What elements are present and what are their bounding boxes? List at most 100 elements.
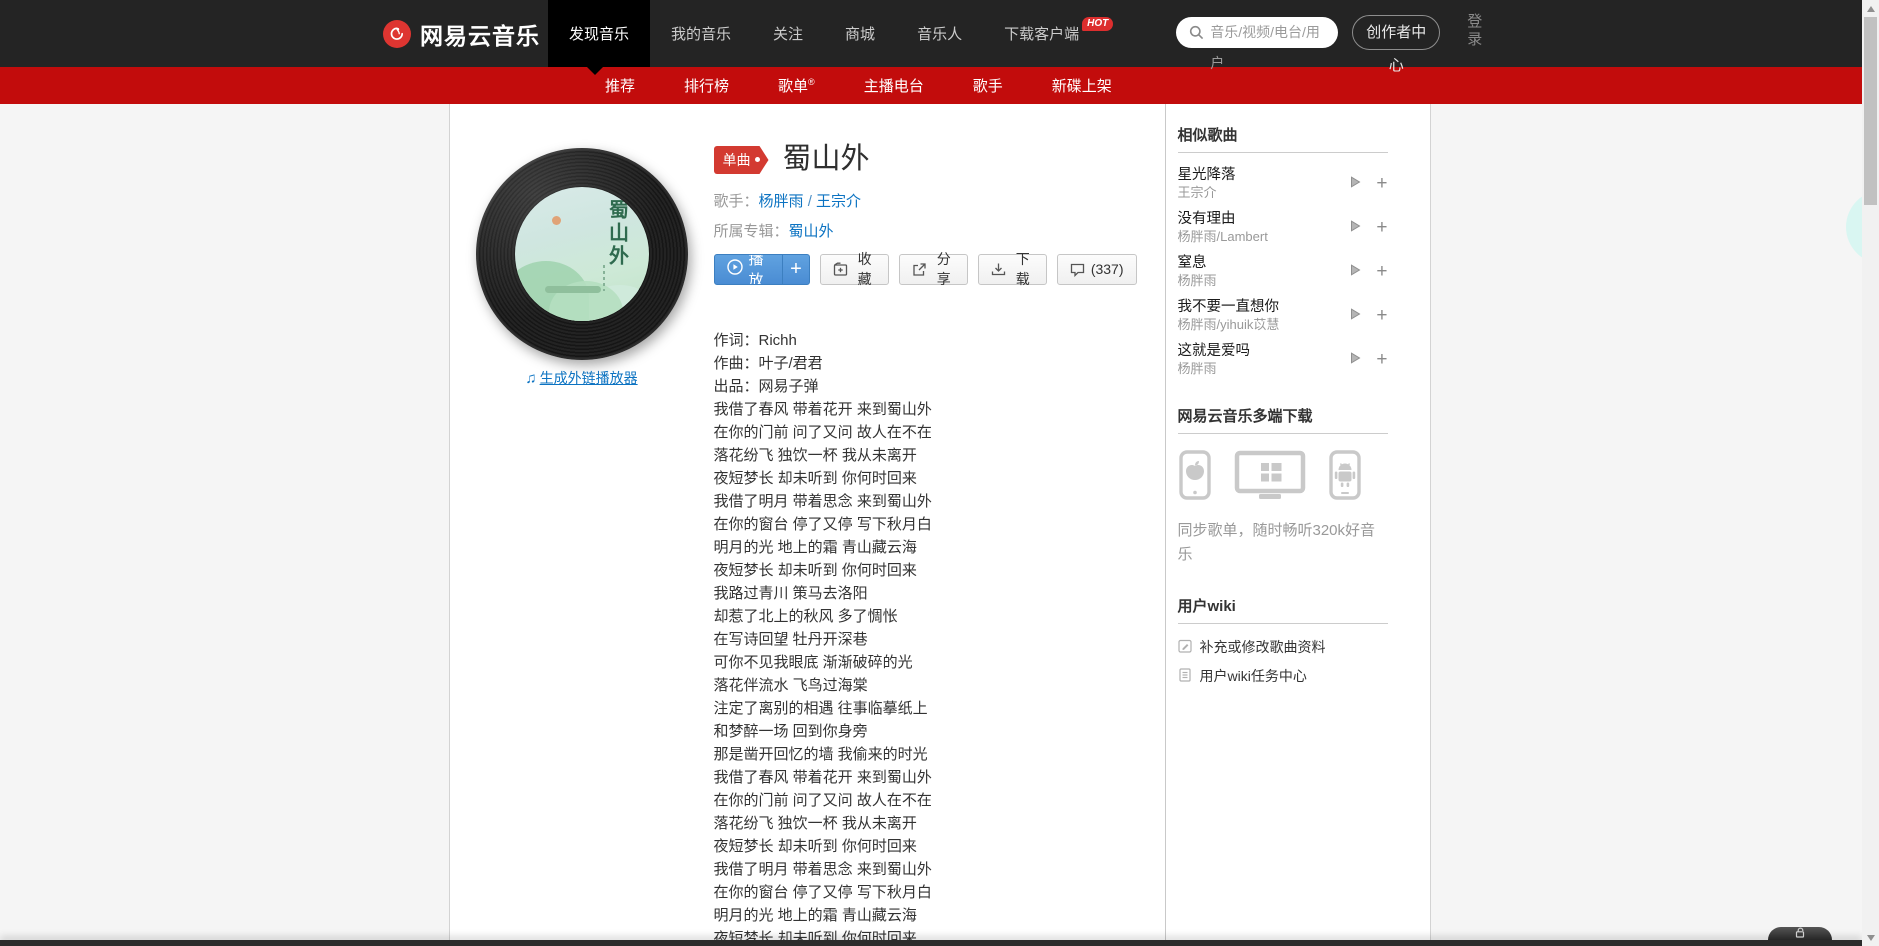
lyric-line: 我借了春风 带着花开 来到蜀山外 bbox=[713, 768, 932, 786]
nav-item-my-music[interactable]: 我的音乐 bbox=[650, 0, 752, 67]
document-icon bbox=[1178, 667, 1192, 685]
comments-button[interactable]: (337) bbox=[1056, 253, 1137, 285]
similar-song-artist: 王宗介 bbox=[1177, 185, 1217, 200]
album-row: 所属专辑：蜀山外 bbox=[714, 220, 1137, 241]
subnav-item-recommend[interactable]: 推荐 bbox=[605, 75, 635, 96]
lyric-line: 出品：网易子弹 bbox=[713, 377, 819, 395]
similar-song-link[interactable]: 星光降落 bbox=[1178, 166, 1236, 184]
active-tab-tail bbox=[587, 67, 603, 75]
add-icon[interactable]: + bbox=[1376, 218, 1387, 237]
lyric-line: 在你的窗台 停了又停 写下秋月白 bbox=[713, 515, 932, 533]
hot-badge: HOT bbox=[1082, 16, 1114, 31]
lyric-line: 注定了离别的相遇 往事临摹纸上 bbox=[713, 699, 928, 717]
lyric-line: 和梦醉一场 回到你身旁 bbox=[713, 722, 868, 740]
lyric-line: 我借了春风 带着花开 来到蜀山外 bbox=[713, 400, 932, 418]
search-placeholder: 音乐/视频/电台/用户 bbox=[1210, 24, 1320, 71]
generate-outer-player-link[interactable]: ♫ 生成外链播放器 bbox=[525, 368, 637, 388]
scrollbar-up-arrow[interactable] bbox=[1862, 0, 1879, 17]
wiki-edit-song-info-link[interactable]: 补充或修改歌曲资料 bbox=[1177, 637, 1388, 657]
play-triangle-icon[interactable] bbox=[1350, 351, 1361, 369]
nav-item-musician[interactable]: 音乐人 bbox=[896, 0, 983, 67]
nav-item-discover[interactable]: 发现音乐 bbox=[548, 0, 651, 67]
subnav-item-radio[interactable]: 主播电台 bbox=[864, 75, 924, 96]
add-icon[interactable]: + bbox=[1376, 262, 1387, 281]
wiki-task-center-link[interactable]: 用户wiki任务中心 bbox=[1178, 666, 1388, 686]
scrollbar-thumb[interactable] bbox=[1864, 17, 1877, 205]
play-triangle-icon[interactable] bbox=[1350, 307, 1361, 325]
lyric-line: 落花伴流水 飞鸟过海棠 bbox=[713, 676, 868, 694]
single-type-label: 单曲 bbox=[722, 151, 751, 168]
subnav-item-artist[interactable]: 歌手 bbox=[973, 75, 1003, 96]
favorite-button[interactable]: 收藏 bbox=[819, 251, 889, 287]
nav-item-store[interactable]: 商城 bbox=[824, 0, 896, 67]
wiki-item-label: 用户wiki任务中心 bbox=[1199, 668, 1307, 684]
folder-add-icon bbox=[833, 262, 848, 277]
artist-separator: / bbox=[803, 192, 817, 210]
brand[interactable]: 网易云音乐 bbox=[383, 0, 540, 67]
cover-pavilion-roof bbox=[544, 286, 601, 293]
album-disc: 蜀山外 bbox=[475, 148, 688, 360]
lyric-line: 在你的门前 问了又问 故人在不在 bbox=[713, 423, 932, 441]
download-button[interactable]: 下载 bbox=[977, 251, 1047, 287]
brand-title: 网易云音乐 bbox=[420, 22, 540, 49]
nav-item-follow[interactable]: 关注 bbox=[752, 0, 824, 67]
search-input[interactable]: 音乐/视频/电台/用户 bbox=[1176, 17, 1339, 71]
lyric-line: 在你的窗台 停了又停 写下秋月白 bbox=[713, 883, 932, 901]
device-icons bbox=[1178, 450, 1388, 505]
song-info-column: 单曲 蜀山外 歌手：杨胖雨 / 王宗介 所属专辑：蜀山外 播放 + 收藏 分享 … bbox=[713, 143, 1165, 946]
main-nav: 发现音乐 我的音乐 关注 商城 音乐人 下载客户端 HOT bbox=[548, 0, 1134, 67]
pc-client-icon[interactable] bbox=[1234, 450, 1306, 505]
share-button[interactable]: 分享 bbox=[898, 251, 968, 287]
player-bar-edge[interactable] bbox=[0, 940, 1862, 946]
add-to-playlist-button[interactable]: + bbox=[782, 254, 808, 284]
multi-device-download-title: 网易云音乐多端下载 bbox=[1177, 405, 1388, 434]
player-lock-tab[interactable] bbox=[1768, 927, 1832, 940]
login-link[interactable]: 登录 bbox=[1467, 13, 1484, 49]
add-icon[interactable]: + bbox=[1376, 174, 1387, 193]
lyric-line: 明月的光 地上的霜 青山藏云海 bbox=[713, 538, 917, 556]
similar-song-item: 没有理由 杨胖雨/Lambert + bbox=[1178, 210, 1388, 245]
album-label: 所属专辑： bbox=[713, 222, 789, 240]
scrollbar-down-arrow[interactable] bbox=[1862, 929, 1879, 946]
favorite-label: 收藏 bbox=[857, 251, 872, 288]
similar-song-link[interactable]: 这就是爱吗 bbox=[1178, 342, 1251, 360]
subnav-item-ranking[interactable]: 排行榜 bbox=[684, 75, 729, 96]
artist-link-2[interactable]: 王宗介 bbox=[816, 193, 861, 210]
lyric-line: 作曲：叶子/君君 bbox=[713, 354, 823, 372]
play-triangle-icon[interactable] bbox=[1350, 219, 1361, 237]
subnav-item-label: 歌单 bbox=[778, 78, 809, 95]
play-triangle-icon[interactable] bbox=[1350, 175, 1361, 193]
similar-song-link[interactable]: 我不要一直想你 bbox=[1178, 298, 1280, 316]
add-icon[interactable]: + bbox=[1376, 350, 1387, 369]
download-caption: 同步歌单，随时畅听320k好音乐 bbox=[1177, 522, 1376, 563]
music-note-icon: ♫ bbox=[525, 369, 537, 387]
artist-link-1[interactable]: 杨胖雨 bbox=[759, 193, 804, 210]
play-button[interactable]: 播放 bbox=[715, 255, 783, 284]
play-triangle-icon[interactable] bbox=[1350, 263, 1361, 281]
top-nav-bar: 网易云音乐 发现音乐 我的音乐 关注 商城 音乐人 下载客户端 HOT 音乐/视… bbox=[0, 0, 1879, 74]
netease-logo-icon bbox=[383, 19, 411, 48]
android-icon[interactable] bbox=[1328, 450, 1362, 505]
comment-count: (337) bbox=[1090, 261, 1124, 278]
subnav-item-playlist[interactable]: 歌单® bbox=[778, 75, 815, 96]
creator-center-button[interactable]: 创作者中心 bbox=[1352, 15, 1441, 74]
nav-item-label: 下载客户端 bbox=[1004, 26, 1080, 43]
action-buttons: 播放 + 收藏 分享 下载 (337) bbox=[713, 251, 1137, 287]
lyric-line: 落花纷飞 独饮一杯 我从未离开 bbox=[713, 446, 917, 464]
content-wrapper: 蜀山外 ♫ 生成外链播放器 单曲 蜀山外 歌手：杨胖雨 / 王宗介 所属专辑：蜀… bbox=[448, 104, 1431, 946]
scrollbar bbox=[1862, 0, 1879, 946]
subnav-item-new-albums[interactable]: 新碟上架 bbox=[1052, 75, 1112, 96]
creator-center-label: 创作者中心 bbox=[1366, 24, 1427, 74]
page: 网易云音乐 发现音乐 我的音乐 关注 商城 音乐人 下载客户端 HOT 音乐/视… bbox=[0, 0, 1879, 946]
similar-song-link[interactable]: 没有理由 bbox=[1178, 210, 1268, 228]
iphone-icon[interactable] bbox=[1178, 450, 1212, 505]
similar-song-link[interactable]: 窒息 bbox=[1178, 254, 1217, 272]
album-link[interactable]: 蜀山外 bbox=[789, 223, 834, 240]
unlock-icon bbox=[1794, 925, 1806, 943]
lyric-line: 夜短梦长 却未听到 你何时回来 bbox=[713, 837, 917, 855]
add-icon[interactable]: + bbox=[1376, 306, 1387, 325]
share-icon bbox=[912, 262, 927, 277]
outer-player-label: 生成外链播放器 bbox=[539, 370, 638, 386]
nav-item-download-client[interactable]: 下载客户端 HOT bbox=[983, 0, 1134, 67]
cover-subtitle-marks bbox=[602, 265, 605, 291]
